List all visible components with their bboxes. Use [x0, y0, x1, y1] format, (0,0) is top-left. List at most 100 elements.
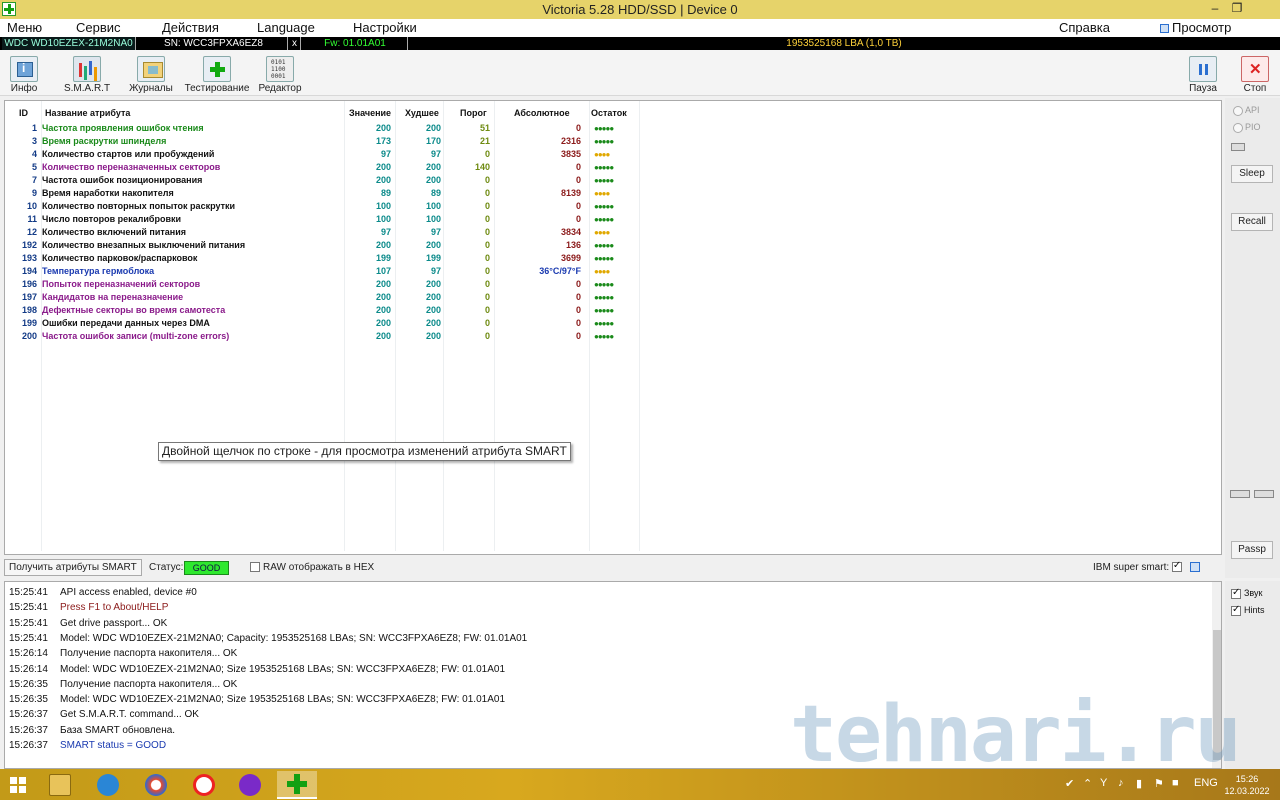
language-indicator[interactable]: ENG — [1194, 777, 1218, 789]
smart-table-row[interactable]: 197 Кандидатов на переназначение 200 200 0 0 ●… — [5, 291, 641, 304]
info-button[interactable]: Инфо — [0, 54, 54, 94]
volume-icon[interactable]: ♪ — [1118, 777, 1124, 789]
flag-icon[interactable]: ⚑ — [1154, 777, 1164, 790]
header-name[interactable]: Название атрибута — [45, 108, 130, 118]
smart-table-row[interactable]: 192 Количество внезапных выключений питан… — [5, 239, 641, 252]
smart-table-row[interactable]: 3 Время раскрутки шпинделя 173 170 21 2316 ●●●… — [5, 135, 641, 148]
chevron-up-icon[interactable]: ⌃ — [1083, 777, 1092, 790]
attribute-id: 3 — [31, 136, 37, 146]
clock[interactable]: 15:26 12.03.2022 — [1222, 773, 1272, 797]
get-smart-button[interactable]: Получить атрибуты SMART — [4, 559, 142, 576]
menu-settings[interactable]: Настройки — [353, 20, 417, 35]
browser-icon[interactable] — [136, 771, 176, 799]
menu-language[interactable]: Language — [257, 20, 315, 35]
smart-table-row[interactable]: 194 Температура гермоблока 107 97 0 36°C/97°F… — [5, 265, 641, 278]
attribute-name: Температура гермоблока — [42, 266, 155, 276]
yandex-tray-icon[interactable]: Y — [1100, 777, 1107, 789]
attribute-value: 200 — [375, 331, 391, 341]
smart-table-row[interactable]: 9 Время наработки накопителя 89 89 0 8139 ●●●● — [5, 187, 641, 200]
attribute-threshold: 0 — [484, 318, 490, 328]
attribute-id: 194 — [21, 266, 37, 276]
menu-actions[interactable]: Действия — [162, 20, 219, 35]
header-raw[interactable]: Абсолютное — [514, 108, 570, 118]
attribute-worst: 200 — [425, 162, 441, 172]
attribute-raw: 0 — [575, 305, 581, 315]
attribute-name: Частота ошибок позиционирования — [42, 175, 203, 185]
menu-service[interactable]: Сервис — [76, 20, 121, 35]
api-radio[interactable]: API — [1233, 105, 1260, 116]
smart-table-row[interactable]: 4 Количество стартов или пробуждений 97 97 0… — [5, 148, 641, 161]
windows-start-icon[interactable] — [10, 777, 26, 793]
plus-glyph-horizontal — [287, 781, 307, 787]
stop-button[interactable]: Стоп — [1225, 54, 1280, 94]
attribute-raw: 8139 — [560, 188, 581, 198]
attribute-value: 199 — [375, 253, 391, 263]
header-value[interactable]: Значение — [349, 108, 391, 118]
shield-icon[interactable]: ✔ — [1065, 777, 1074, 790]
editor-button[interactable]: Редактор — [250, 54, 310, 94]
maximize-button[interactable]: ❐ — [1226, 0, 1248, 19]
smart-table-row[interactable]: 10 Количество повторных попыток раскрутки… — [5, 200, 641, 213]
attribute-threshold: 0 — [484, 188, 490, 198]
ibm-super-smart-checkbox[interactable]: IBM super smart: — [1093, 560, 1185, 573]
header-rest[interactable]: Остаток — [591, 108, 627, 118]
recall-button[interactable]: Recall — [1231, 213, 1273, 231]
gpu-icon[interactable]: ■ — [1172, 777, 1179, 789]
minimize-button[interactable]: – — [1204, 0, 1226, 19]
small-indicator-right[interactable] — [1254, 490, 1274, 498]
tor-browser-icon[interactable] — [230, 771, 270, 799]
log-message: API access enabled, device #0 — [60, 587, 197, 598]
smart-button[interactable]: S.M.A.R.T — [57, 54, 117, 94]
attribute-value: 200 — [375, 175, 391, 185]
small-indicator-left[interactable] — [1230, 490, 1250, 498]
attribute-health: ●●●●● — [594, 163, 614, 172]
smart-table[interactable]: ID Название атрибута Значение Худшее Пор… — [4, 100, 1222, 555]
smart-table-row[interactable]: 200 Частота ошибок записи (multi-zone err… — [5, 330, 641, 343]
log-entry: 15:25:41 Press F1 to About/HELP — [9, 600, 168, 615]
smart-table-row[interactable]: 199 Ошибки передачи данных через DMA 200 20… — [5, 317, 641, 330]
smart-table-row[interactable]: 198 Дефектные секторы во время самотеста 2… — [5, 304, 641, 317]
internet-explorer-icon[interactable] — [88, 771, 128, 799]
sleep-button[interactable]: Sleep — [1231, 165, 1273, 183]
pio-radio[interactable]: PIO — [1233, 122, 1261, 133]
taskbar: ✔ ⌃ Y ♪ ▮ ⚑ ■ ENG 15:26 12.03.2022 — [0, 769, 1280, 800]
radio-circle-icon — [1233, 122, 1243, 133]
hints-checkbox[interactable]: Hints — [1231, 604, 1265, 616]
attribute-raw: 0 — [575, 279, 581, 289]
raw-hex-checkbox[interactable]: RAW отображать в HEX — [250, 562, 374, 573]
attribute-name: Количество повторных попыток раскрутки — [42, 201, 236, 211]
attribute-worst: 200 — [425, 305, 441, 315]
smart-table-row[interactable]: 196 Попыток переназначений секторов 200 200… — [5, 278, 641, 291]
attribute-id: 199 — [21, 318, 37, 328]
smart-table-row[interactable]: 11 Число повторов рекалибровки 100 100 0 0 ●●●… — [5, 213, 641, 226]
header-worst[interactable]: Худшее — [405, 108, 439, 118]
smart-table-row[interactable]: 193 Количество парковок/распарковок 199 199… — [5, 252, 641, 265]
log-message: Get drive passport... OK — [60, 617, 168, 629]
sound-checkbox[interactable]: Звук — [1231, 587, 1262, 599]
passport-button[interactable]: Passp — [1231, 541, 1273, 559]
smart-table-row[interactable]: 5 Количество переназначенных секторов 200 2… — [5, 161, 641, 174]
attribute-threshold: 0 — [484, 279, 490, 289]
smart-table-row[interactable]: 7 Частота ошибок позиционирования 200 200 0 0… — [5, 174, 641, 187]
smart-table-row[interactable]: 12 Количество включений питания 97 97 0 3834 ●… — [5, 226, 641, 239]
attribute-health: ●●●● — [594, 267, 610, 276]
testing-button[interactable]: Тестирование — [185, 54, 249, 94]
victoria-taskbar-icon[interactable] — [277, 771, 317, 799]
small-indicator[interactable] — [1231, 143, 1245, 151]
yandex-browser-icon[interactable] — [184, 771, 224, 799]
header-threshold[interactable]: Порог — [460, 108, 487, 118]
device-model[interactable]: WDC WD10EZEX-21M2NA0 — [2, 37, 136, 50]
journals-button[interactable]: Журналы — [121, 54, 181, 94]
log-entry: 15:25:41 API access enabled, device #0 — [9, 585, 197, 600]
color-indicator[interactable] — [1190, 562, 1200, 572]
attribute-value: 97 — [380, 227, 391, 237]
attribute-raw: 0 — [575, 162, 581, 172]
header-id[interactable]: ID — [19, 108, 28, 118]
menu-help[interactable]: Справка — [1059, 20, 1110, 35]
network-icon[interactable]: ▮ — [1136, 777, 1142, 790]
file-explorer-icon[interactable] — [40, 771, 80, 799]
device-close-button[interactable]: x — [289, 37, 301, 50]
attribute-id: 7 — [31, 175, 37, 185]
smart-table-row[interactable]: 1 Частота проявления ошибок чтения 200 200 5… — [5, 122, 641, 135]
menu-main[interactable]: Меню — [7, 20, 42, 35]
